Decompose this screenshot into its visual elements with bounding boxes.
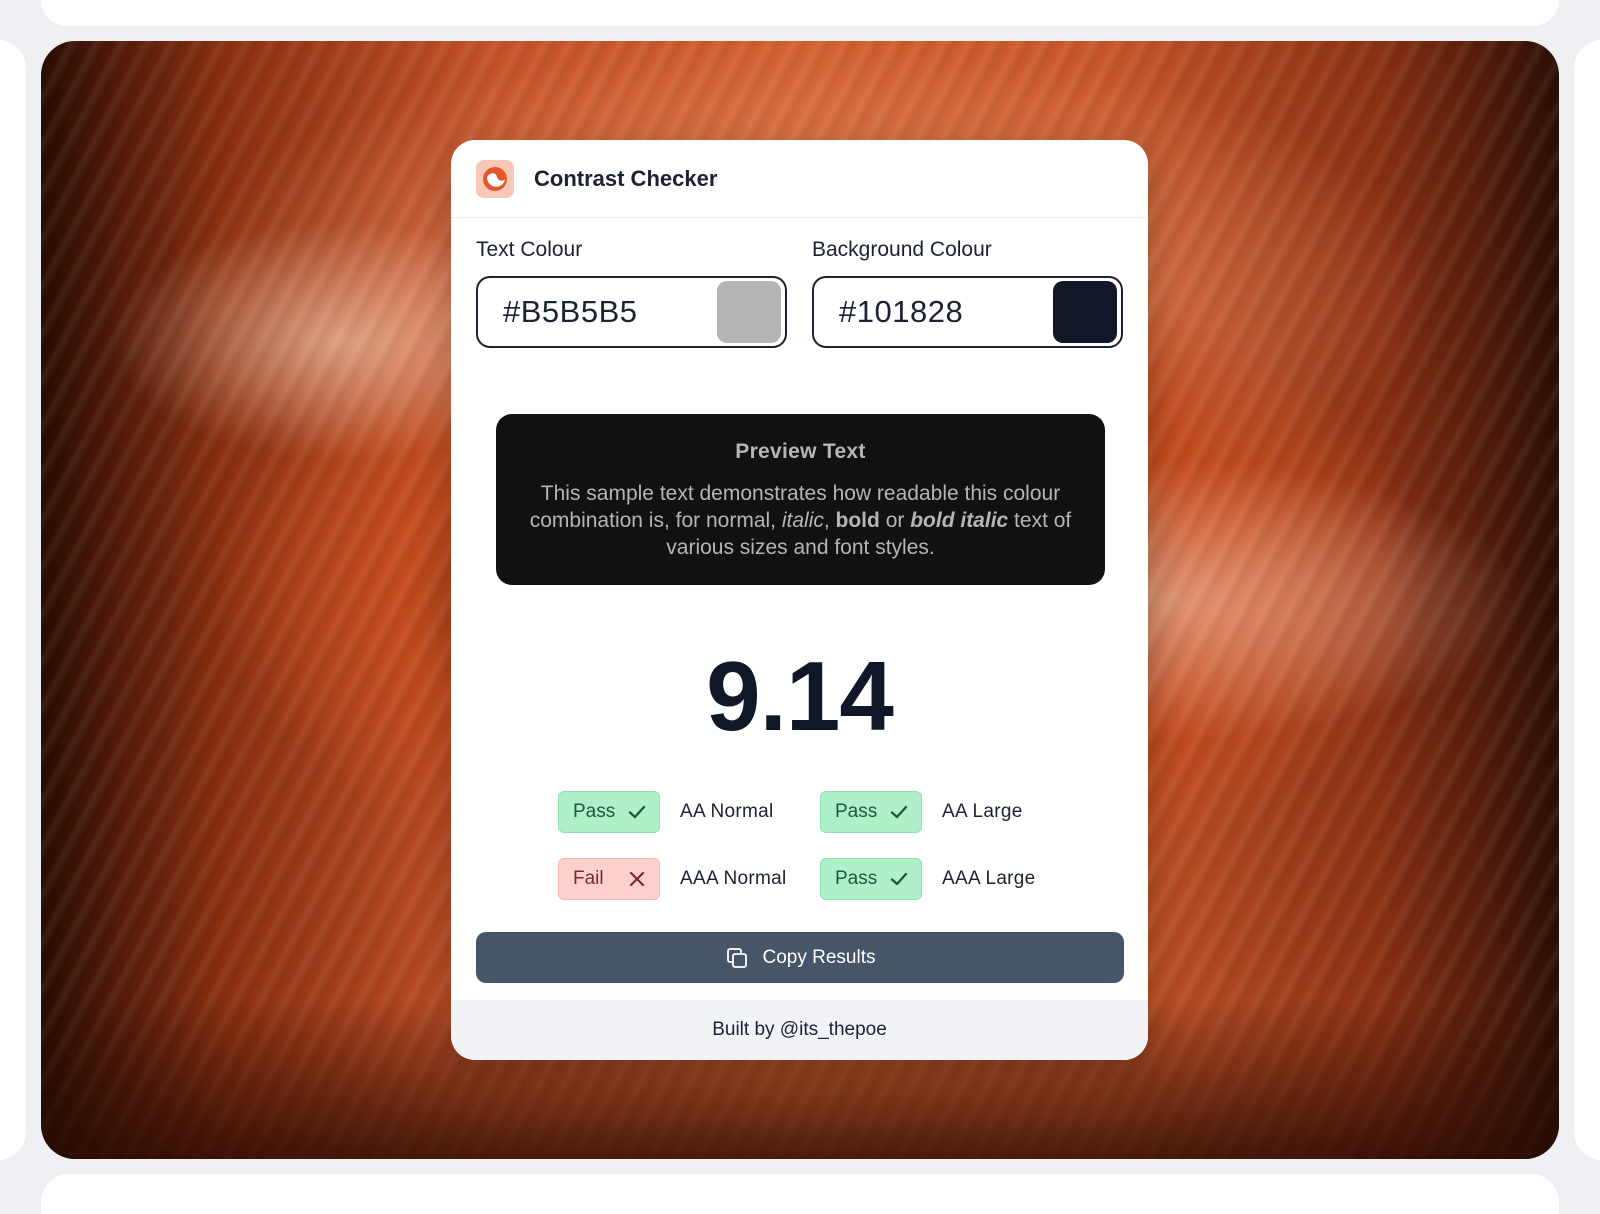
status-badge: Pass (820, 791, 922, 833)
text-colour-input[interactable]: #B5B5B5 (476, 276, 787, 348)
result-label: AAA Normal (680, 868, 787, 889)
status-text: Pass (835, 801, 878, 822)
status-badge: Pass (558, 791, 660, 833)
text-colour-value[interactable]: #B5B5B5 (503, 294, 638, 330)
footer-credit[interactable]: Built by @its_thepoe (712, 1019, 887, 1041)
check-icon (628, 805, 646, 819)
preview-sep2: or (879, 509, 911, 532)
result-aaa-large: Pass AAA Large (820, 858, 1036, 900)
check-icon (890, 805, 908, 819)
app-title: Contrast Checker (534, 165, 718, 191)
status-text: Fail (573, 868, 604, 889)
text-colour-swatch[interactable] (717, 281, 781, 343)
preview-italic: italic (781, 509, 824, 532)
status-text: Pass (835, 868, 878, 889)
copy-icon (726, 947, 747, 968)
background-colour-swatch[interactable] (1053, 281, 1117, 343)
background-colour-label: Background Colour (812, 238, 992, 261)
background-colour-field: Background Colour #101828 (812, 238, 1123, 348)
copy-results-button[interactable]: Copy Results (476, 932, 1124, 983)
color-fields: Text Colour #B5B5B5 Background Colour #1… (451, 218, 1148, 358)
result-aa-large: Pass AA Large (820, 791, 1023, 833)
contrast-logo-icon (476, 159, 514, 198)
footer: Built by @its_thepoe (451, 1000, 1148, 1060)
x-icon (629, 871, 645, 887)
right-panel (1574, 40, 1600, 1160)
result-aaa-normal: Fail AAA Normal (558, 858, 786, 900)
card-header: Contrast Checker (451, 140, 1148, 218)
text-colour-field: Text Colour #B5B5B5 (476, 238, 787, 348)
left-panel (0, 40, 26, 1160)
text-colour-label: Text Colour (476, 238, 583, 261)
background-colour-input[interactable]: #101828 (812, 276, 1123, 348)
check-icon (890, 872, 908, 886)
top-panel (41, 0, 1559, 26)
preview-box: Preview Text This sample text demonstrat… (496, 414, 1105, 585)
result-label: AA Large (942, 801, 1023, 822)
result-aa-normal: Pass AA Normal (558, 791, 774, 833)
copy-results-label: Copy Results (762, 946, 876, 968)
background-colour-value[interactable]: #101828 (839, 294, 963, 330)
contrast-checker-card: Contrast Checker Text Colour #B5B5B5 Bac… (451, 140, 1148, 1060)
preview-title: Preview Text (735, 440, 866, 463)
preview-bold: bold (835, 509, 880, 532)
bottom-panel (41, 1174, 1559, 1214)
result-label: AA Normal (680, 801, 774, 822)
status-badge: Fail (558, 858, 660, 900)
status-text: Pass (573, 801, 616, 822)
preview-body: This sample text demonstrates how readab… (496, 480, 1105, 561)
preview-sep1: , (823, 509, 836, 532)
preview-bold-italic: bold italic (910, 509, 1009, 532)
contrast-ratio: 9.14 (706, 641, 894, 751)
status-badge: Pass (820, 858, 922, 900)
result-label: AAA Large (942, 868, 1036, 889)
results-grid: Pass AA Normal Pass AA Large Fail AAA No… (558, 791, 1058, 941)
